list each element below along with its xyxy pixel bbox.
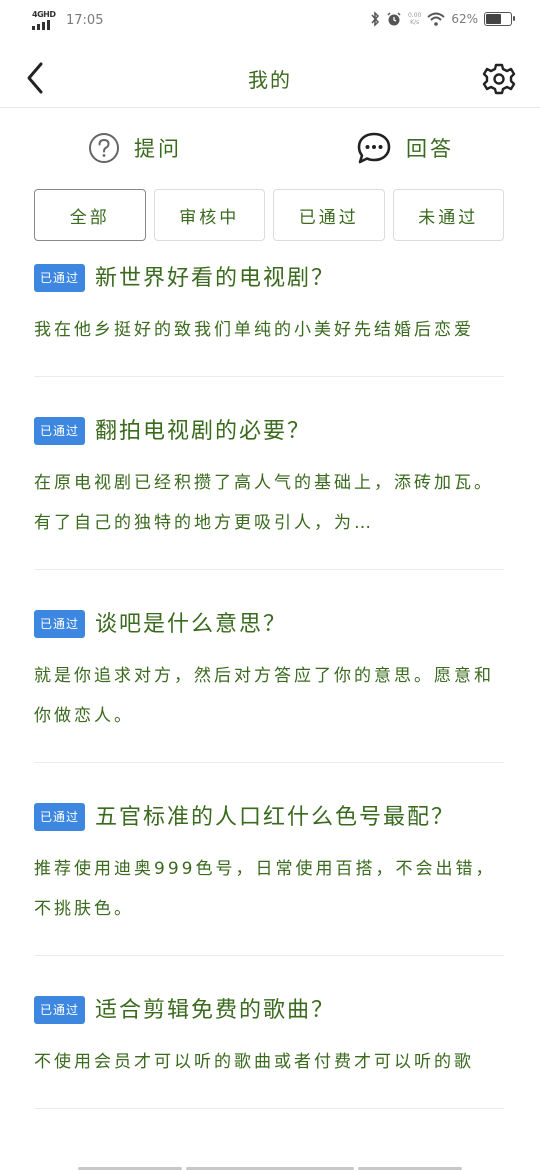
answer-button[interactable]: 回答 — [356, 128, 454, 168]
cellular-signal-icon: 4GHD — [32, 10, 56, 30]
item-title-row: 已通过 五官标准的人口红什么色号最配？ — [34, 797, 504, 839]
question-circle-icon — [89, 133, 119, 163]
chat-bubble-icon — [357, 132, 391, 164]
network-type-label: 4GHD — [32, 10, 56, 19]
list-item[interactable]: 已通过 翻拍电视剧的必要？ 在原电视剧已经积攒了高人气的基础上，添砖加瓦。有了自己… — [34, 407, 504, 570]
list-item[interactable]: 已通过 适合剪辑免费的歌曲？ 不使用会员才可以听的歌曲或者付费才可以听的歌 — [34, 986, 504, 1109]
tab-rejected[interactable]: 未通过 — [392, 189, 504, 241]
answer-preview: 不使用会员才可以听的歌曲或者付费才可以听的歌 — [34, 1052, 474, 1072]
question-title: 翻拍电视剧的必要？ — [95, 419, 312, 444]
question-title: 五官标准的人口红什么色号最配？ — [95, 805, 456, 830]
question-title: 新世界好看的电视剧？ — [95, 266, 336, 291]
status-bar: 4GHD 17:05 0.00 K/s 62% — [0, 0, 540, 40]
answer-preview: 我在他乡挺好的致我们单纯的小美好先结婚后恋爱 — [34, 320, 474, 340]
answer-preview: 在原电视剧已经积攒了高人气的基础上，添砖加瓦。有了自己的独特的地方更吸引人，为… — [34, 473, 494, 533]
item-title-row: 已通过 适合剪辑免费的歌曲？ — [34, 990, 504, 1032]
tab-approved[interactable]: 已通过 — [273, 189, 385, 241]
gear-icon — [482, 63, 516, 95]
question-title: 适合剪辑免费的歌曲？ — [95, 998, 336, 1023]
filter-tabs: 全部 审核中 已通过 未通过 — [34, 189, 504, 241]
ask-button[interactable]: 提问 — [88, 128, 182, 168]
battery-percent: 62% — [451, 12, 478, 26]
status-badge: 已通过 — [34, 996, 86, 1024]
battery-fill — [486, 14, 501, 24]
status-badge: 已通过 — [34, 417, 86, 445]
header: 我的 — [0, 48, 540, 108]
page-title: 我的 — [248, 68, 292, 92]
answer-label: 回答 — [406, 137, 454, 161]
ask-label: 提问 — [134, 137, 182, 161]
bluetooth-icon — [371, 11, 379, 27]
network-speed: 0.00 K/s — [407, 12, 422, 26]
bottom-scroll-indicator — [0, 1166, 540, 1170]
qa-actions: 提问 回答 — [0, 128, 540, 168]
answer-preview: 推荐使用迪奥999色号，日常使用百搭，不会出错，不挑肤色。 — [34, 859, 496, 919]
status-time: 17:05 — [66, 12, 104, 28]
list-item[interactable]: 已通过 新世界好看的电视剧？ 我在他乡挺好的致我们单纯的小美好先结婚后恋爱 — [34, 254, 504, 377]
list-item[interactable]: 已通过 谈吧是什么意思？ 就是你追求对方，然后对方答应了你的意思。愿意和你做恋人。 — [34, 600, 504, 763]
status-badge: 已通过 — [34, 803, 86, 831]
tab-reviewing[interactable]: 审核中 — [153, 189, 265, 241]
alarm-icon — [387, 12, 401, 26]
status-badge: 已通过 — [34, 610, 86, 638]
item-title-row: 已通过 翻拍电视剧的必要？ — [34, 411, 504, 453]
wifi-icon — [427, 12, 445, 26]
item-title-row: 已通过 新世界好看的电视剧？ — [34, 258, 504, 300]
settings-button[interactable] — [482, 62, 516, 96]
list-item[interactable]: 已通过 五官标准的人口红什么色号最配？ 推荐使用迪奥999色号，日常使用百搭，不会… — [34, 793, 504, 956]
question-list: 已通过 新世界好看的电视剧？ 我在他乡挺好的致我们单纯的小美好先结婚后恋爱 已通过… — [34, 254, 504, 1139]
answer-preview: 就是你追求对方，然后对方答应了你的意思。愿意和你做恋人。 — [34, 666, 494, 726]
battery-icon — [484, 12, 515, 26]
tab-all[interactable]: 全部 — [34, 189, 146, 241]
status-badge: 已通过 — [34, 264, 86, 292]
item-title-row: 已通过 谈吧是什么意思？ — [34, 604, 504, 646]
question-title: 谈吧是什么意思？ — [95, 612, 288, 637]
